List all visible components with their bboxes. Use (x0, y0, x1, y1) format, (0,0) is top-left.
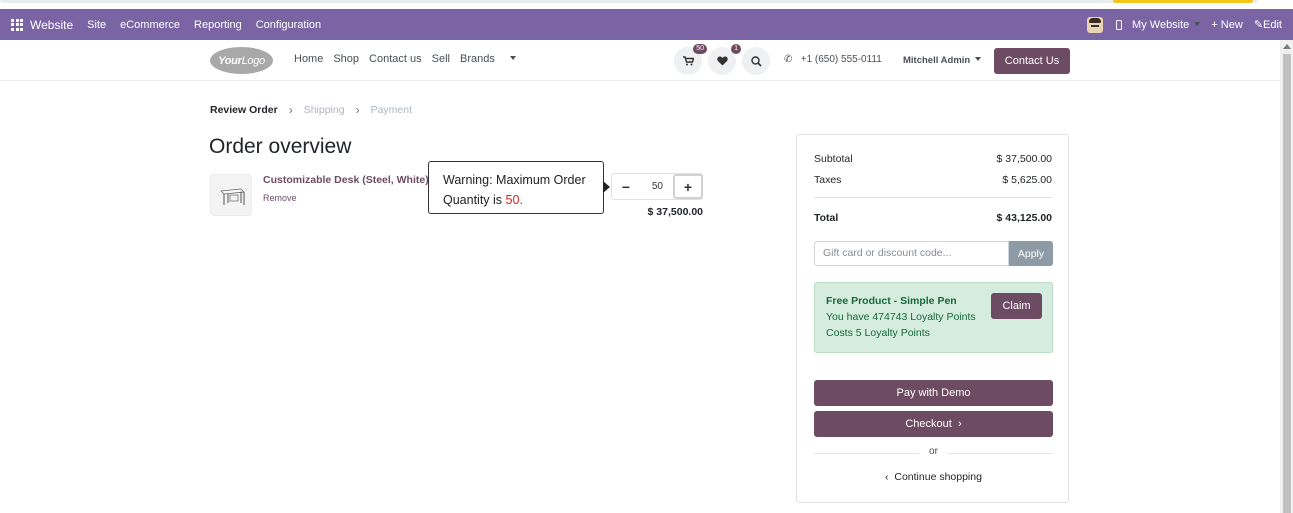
site-logo[interactable]: Your Logo (210, 47, 273, 74)
chevron-right-icon: › (355, 103, 360, 117)
apply-coupon-button[interactable]: Apply (1009, 241, 1053, 266)
continue-label: Continue shopping (894, 471, 982, 483)
step-payment: Payment (370, 104, 413, 116)
user-menu[interactable]: Mitchell Admin (903, 55, 981, 66)
divider (814, 197, 1052, 198)
my-website-dropdown[interactable]: My Website (1132, 19, 1200, 31)
page-title: Order overview (209, 135, 352, 158)
subtotal-row: Subtotal $ 37,500.00 (814, 153, 1052, 165)
chevron-right-icon: › (288, 103, 293, 117)
scroll-up-icon[interactable] (1283, 44, 1291, 49)
nav-contact[interactable]: Contact us (369, 53, 422, 65)
main-nav: Home Shop Contact us Sell Brands (294, 53, 526, 65)
decrease-quantity-button[interactable]: − (612, 179, 640, 195)
nav-sell[interactable]: Sell (432, 53, 450, 65)
top-highlight (1113, 0, 1253, 3)
nav-shop[interactable]: Shop (333, 53, 359, 65)
step-review-order[interactable]: Review Order (210, 104, 278, 116)
heart-icon (716, 56, 728, 66)
cart-count-badge: 50 (693, 44, 707, 54)
nav-home[interactable]: Home (294, 53, 323, 65)
nav-brands-dropdown[interactable]: Brands (460, 53, 516, 65)
menu-site[interactable]: Site (87, 19, 106, 31)
total-row: Total $ 43,125.00 (814, 212, 1052, 224)
line-price: $ 37,500.00 (647, 206, 703, 218)
edit-label: Edit (1263, 19, 1282, 31)
new-button[interactable]: + New (1211, 19, 1243, 31)
subtotal-label: Subtotal (814, 153, 853, 165)
menu-reporting[interactable]: Reporting (194, 19, 242, 31)
mobile-preview-icon[interactable] (1116, 19, 1123, 30)
top-bar (0, 0, 1258, 3)
app-name[interactable]: Website (30, 18, 73, 32)
reward-cost: Costs 5 Loyalty Points (826, 327, 930, 339)
quantity-stepper: − 50 + (611, 173, 703, 200)
coupon-form: Gift card or discount code... Apply (814, 241, 1053, 266)
menu-configuration[interactable]: Configuration (256, 19, 321, 31)
warning-limit: 50. (505, 193, 523, 207)
wishlist-button[interactable]: 1 (708, 44, 741, 75)
phone-icon: ✆ (784, 54, 793, 65)
desk-image (220, 188, 245, 205)
pencil-icon: ✎ (1253, 19, 1264, 31)
contact-us-button[interactable]: Contact Us (994, 48, 1070, 74)
remove-link[interactable]: Remove (263, 193, 297, 203)
apps-menu-icon[interactable] (11, 18, 23, 31)
total-value: $ 43,125.00 (996, 212, 1052, 224)
checkout-label: Checkout (905, 418, 952, 430)
subtotal-value: $ 37,500.00 (996, 153, 1052, 165)
product-name-link[interactable]: Customizable Desk (Steel, White) (263, 174, 429, 186)
order-summary-card: Subtotal $ 37,500.00 Taxes $ 5,625.00 To… (796, 134, 1069, 503)
tooltip-arrow (603, 181, 610, 193)
step-shipping: Shipping (303, 104, 345, 116)
loyalty-reward-box: Free Product - Simple Pen You have 47474… (814, 282, 1053, 353)
my-website-label: My Website (1132, 18, 1190, 31)
checkout-breadcrumb: Review Order › Shipping › Payment (210, 103, 412, 117)
nav-brands: Brands (459, 53, 495, 65)
admin-navbar: Website Site eCommerce Reporting Configu… (0, 9, 1293, 40)
quantity-input[interactable]: 50 (640, 181, 673, 192)
search-button[interactable] (742, 47, 770, 75)
browser-top-strip (0, 0, 1293, 9)
search-icon (750, 55, 762, 67)
checkout-button[interactable]: Checkout › (814, 411, 1053, 437)
pay-with-demo-button[interactable]: Pay with Demo (814, 380, 1053, 406)
cart-button[interactable]: 50 (674, 44, 707, 75)
phone-link[interactable]: ✆ +1 (650) 555-0111 (784, 54, 882, 65)
wishlist-count-badge: 1 (731, 44, 741, 54)
scrollbar[interactable] (1280, 40, 1293, 513)
website-header: Your Logo Home Shop Contact us Sell Brand… (0, 40, 1280, 81)
edit-button[interactable]: ✎Edit (1254, 18, 1282, 31)
increase-quantity-button[interactable]: + (673, 174, 703, 199)
menu-ecommerce[interactable]: eCommerce (120, 19, 180, 31)
taxes-row: Taxes $ 5,625.00 (814, 174, 1052, 186)
logo-text: Logo (241, 54, 266, 67)
taxes-label: Taxes (814, 174, 842, 186)
chevron-left-icon: ‹ (885, 471, 889, 483)
logo-text-bold: Your (218, 54, 242, 67)
coupon-input[interactable]: Gift card or discount code... (814, 241, 1009, 266)
user-name: Mitchell Admin (903, 55, 971, 66)
cart-icon (682, 56, 694, 66)
total-label: Total (814, 212, 839, 224)
chevron-right-icon: › (957, 418, 962, 430)
phone-number: +1 (650) 555-0111 (800, 54, 882, 65)
claim-button[interactable]: Claim (991, 293, 1042, 319)
taxes-value: $ 5,625.00 (1002, 174, 1052, 186)
continue-shopping-link[interactable]: ‹ Continue shopping (814, 471, 1053, 483)
scrollbar-thumb[interactable] (1283, 54, 1291, 513)
max-quantity-warning: Warning: Maximum Order Quantity is 50. (428, 161, 610, 214)
product-image[interactable] (210, 174, 252, 216)
user-avatar[interactable] (1087, 16, 1104, 33)
or-separator: or (814, 446, 1053, 457)
